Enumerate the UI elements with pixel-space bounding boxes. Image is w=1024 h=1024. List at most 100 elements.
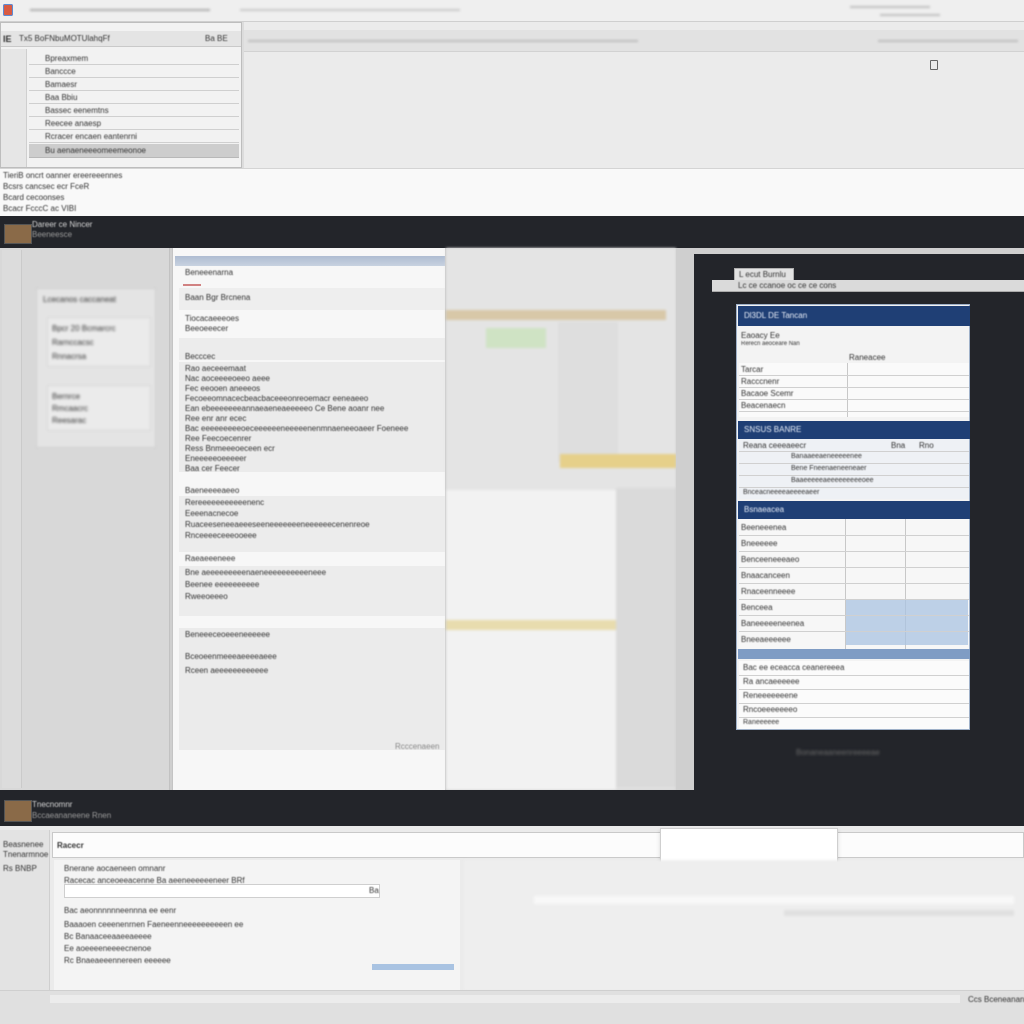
thumbnail-image[interactable]: [4, 224, 32, 244]
value-field[interactable]: Ba: [64, 884, 380, 898]
background-window: [446, 248, 676, 790]
doc-line: Eneeeeeoeeeeer: [185, 454, 247, 463]
doc-line: Ree enr anr ecec: [185, 414, 247, 423]
popup-tab-label[interactable]: L ecut Burnlu: [739, 270, 786, 279]
bottom-content: Bnerane aocaeneen omnanr Racecac anceoee…: [54, 860, 460, 990]
top-right-pane: [244, 22, 1024, 168]
info-line: Bcacr FcccC ac VIBI: [3, 204, 77, 213]
doc-line: Beneeeceoeeeneeeeee: [185, 630, 270, 639]
table-row[interactable]: Bneeaeeeeee: [741, 635, 791, 644]
info-line: Bcard cecoonses: [3, 193, 65, 202]
footer-row: Reneeeeeeene: [743, 691, 798, 700]
doc-line: Fecoeeomnacecbeacbaceeeonreoemacr eeneae…: [185, 394, 369, 403]
doc-line: Rereeeeeeeeeeenenc: [185, 498, 265, 507]
document-subheader: Baan Bgr Brcnena: [179, 288, 445, 310]
document-footer: Rcccenaeen: [395, 742, 440, 751]
doc-line: Rceen aeeeeeeeeeeee: [185, 666, 269, 675]
table-row[interactable]: Beeneeenea: [741, 523, 786, 532]
doc-line: Baa cer Feecer: [185, 464, 240, 473]
doc-line: Bceoeenmeeeaeeeeaeee: [185, 652, 277, 661]
left-inner-rail: [2, 250, 22, 788]
thumbnail-image[interactable]: [4, 800, 32, 822]
panel-titlebar: IE Tx5 BoFNbuMOTUlahqFf Ba BE: [1, 31, 241, 47]
lock-icon[interactable]: [930, 60, 938, 70]
window-title: Tx5 BoFNbuMOTUlahqFf: [19, 34, 110, 43]
list-item[interactable]: Bassec eenemtns: [29, 105, 239, 117]
doc-line: Becccec: [185, 352, 216, 361]
search-field[interactable]: Racecr: [52, 832, 1024, 858]
app-icon[interactable]: [3, 4, 13, 16]
progress-highlight: [372, 964, 454, 970]
list-item[interactable]: Reecee anaesp: [29, 118, 239, 130]
document-header: Beneeenarna: [185, 268, 234, 277]
footer-row: Bac ee eceacca ceanereeea: [743, 663, 845, 672]
doc-line: Baeneeeeaeeo: [185, 486, 240, 495]
tab-label[interactable]: IE: [3, 34, 12, 44]
document-body: Tiocacaeeeoes Beeoeeecer Becccec Rao aec…: [179, 310, 445, 750]
thumbnail-label: Dareer ce Nincer: [32, 220, 93, 229]
table-row[interactable]: Baneeeeeneenea: [741, 619, 804, 628]
doc-line: Tiocacaeeeoes: [185, 314, 239, 323]
table-row: Baaeeeeeaeeeeeeeeeoee: [791, 477, 874, 484]
list-item[interactable]: Bamaesr: [29, 79, 239, 91]
doc-line: Nac aoceeeeoeeo aeee: [185, 374, 270, 383]
info-strip: TieriB oncrt oanner ereereeennes Bcsrs c…: [0, 168, 1024, 216]
footer-row: Rncoeeeeeeeo: [743, 705, 798, 714]
corner-label: Ba BE: [205, 34, 228, 43]
document-page[interactable]: Beneeenarna Baan Bgr Brcnena Tiocacaeeeo…: [172, 248, 446, 790]
list-item[interactable]: Baa Bbiu: [29, 92, 239, 104]
table-row[interactable]: Rnaceenneeee: [741, 587, 795, 596]
doc-line: Rao aeceeemaat: [185, 364, 246, 373]
bottom-dark-band: Tnecnomnr Bccaeananeene Rnen: [0, 790, 1024, 826]
popup-toolbar: Lc ce ccanoe oc ce ce cons: [738, 281, 837, 290]
search-value[interactable]: Racecr: [57, 841, 84, 850]
column-header: Reana ceeeaeecr: [743, 441, 807, 450]
section-right-label: Raneacee: [849, 353, 886, 362]
doc-line: Beeoeeecer: [185, 324, 229, 333]
thumbnail-sub: Beeneesce: [32, 230, 73, 239]
table-row: Tarcar: [741, 365, 764, 374]
thumbnail-sub: Bccaeananeene Rnen: [32, 811, 112, 820]
doc-line: Ree Feecoecenrer: [185, 434, 252, 443]
list-item[interactable]: Bpreaxmem: [29, 53, 239, 65]
list-item[interactable]: Rcracer encaen eantenrni: [29, 131, 239, 143]
document-top-bar: [175, 256, 445, 266]
section-sub: Eaoacy Ee: [741, 331, 780, 340]
table-row: Racccnenr: [741, 377, 780, 386]
table-row: Beacenaecn: [741, 401, 786, 410]
doc-line: Bne aeeeeeeeeenaeneeeeeeeeeeneee: [185, 568, 327, 577]
popup-tab-strip[interactable]: L ecut Burnlu Lc ce ccanoe oc ce ce cons: [712, 266, 1024, 296]
column-header: Bna: [891, 441, 906, 450]
table-row: Bacaoe Scemr: [741, 389, 794, 398]
workspace: Lcecanos caccaneat Bpcr 20 Bcmarcrc Rarn…: [0, 248, 1024, 790]
doc-line: Ress Bnmeeeoeceen ecr: [185, 444, 275, 453]
list-item-selected[interactable]: Bu aenaeneeeomeemeonoe: [29, 144, 239, 158]
doc-line: Bac eeeeeeeeeoeceeeeeeneeeeenenmnaeneeoa…: [185, 424, 409, 433]
column-header: Rno: [919, 441, 934, 450]
section-header: Dl3DL DE Tancan: [738, 306, 970, 326]
dark-header-band: Dareer ce Nincer Beeneesce: [0, 216, 1024, 248]
doc-line: Rweeoeeeo: [185, 592, 228, 601]
table-row[interactable]: Bneeeeee: [741, 539, 777, 548]
info-line: TieriB oncrt oanner ereereeennes: [3, 171, 123, 180]
footer-row: Ra ancaeeeeee: [743, 677, 800, 686]
side-rail: [1, 49, 27, 167]
list-item[interactable]: Banccce: [29, 66, 239, 78]
doc-line: Eeeenacnecoe: [185, 509, 239, 518]
table-row: Bene Fneenaeneeneaer: [791, 465, 867, 472]
thumbnail-label: Tnecnomnr: [32, 800, 73, 809]
doc-line: Ruaceeseneeaeeeseeneeeeeeeneeeeeecenenre…: [185, 520, 370, 529]
list: Bpreaxmem Banccce Bamaesr Baa Bbiu Basse…: [29, 53, 239, 165]
popup-panel: Dl3DL DE Tancan Eaoacy Ee Rerecn aeocear…: [736, 304, 970, 730]
doc-line: Rnceeeeceeeooeee: [185, 531, 257, 540]
table-row[interactable]: Benceeneeeaeo: [741, 555, 799, 564]
section-header: Bsnaeacea: [738, 501, 970, 519]
doc-line: Ean ebeeeeeeeannaeaeneaeeeeeo Ce Bene ao…: [185, 404, 385, 413]
selection-highlight: [846, 599, 968, 645]
doc-line: Beenee eeeeeeeeee: [185, 580, 260, 589]
bottom-side-rail: Beasnenee Tnenarmnoe Rs BNBP: [0, 830, 50, 996]
table-row[interactable]: Bnaacanceen: [741, 571, 790, 580]
table-row[interactable]: Benceea: [741, 603, 773, 612]
doc-line: Raeaeeeneee: [185, 554, 236, 563]
top-chrome: [0, 0, 1024, 22]
